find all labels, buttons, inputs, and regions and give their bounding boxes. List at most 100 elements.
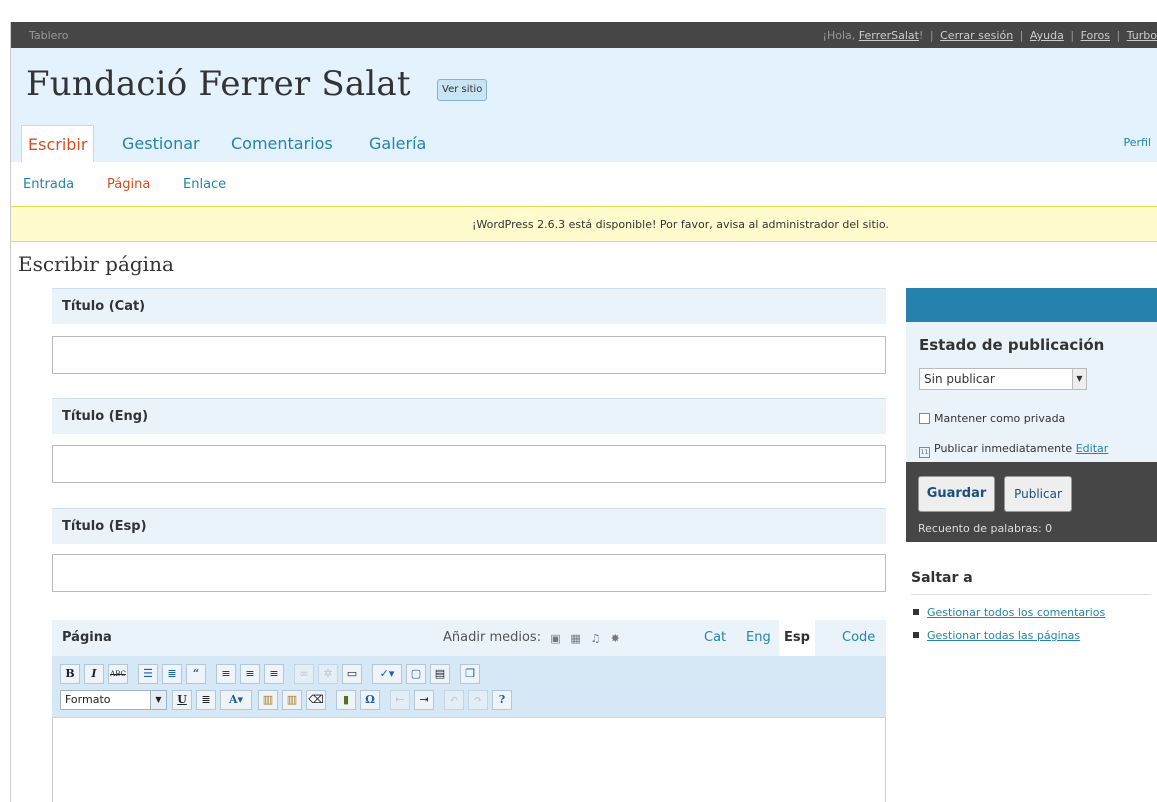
calendar-icon: 11 [919, 447, 930, 458]
page-title: Escribir página [18, 252, 174, 276]
greeting-text: ¡Hola, [822, 29, 859, 42]
tab-write[interactable]: Escribir [21, 125, 95, 162]
publish-actions: Guardar Publicar Recuento de palabras: 0 [906, 462, 1157, 542]
bullet-icon [913, 632, 919, 638]
title-cat-input[interactable] [52, 336, 886, 374]
lang-tab-cat[interactable]: Cat [704, 620, 726, 656]
align-left-icon[interactable]: ≡ [216, 664, 236, 684]
bullet-list-icon[interactable]: ☰ [138, 664, 158, 684]
justify-icon[interactable]: ≣ [196, 690, 216, 710]
undo-icon[interactable]: ↶ [444, 690, 464, 710]
title-esp-label: Título (Esp) [52, 508, 886, 544]
site-header: Fundació Ferrer Salat Ver sitio Escribir… [11, 48, 1157, 162]
separator: | [1070, 29, 1075, 42]
chevron-down-icon: ▼ [150, 691, 166, 709]
jump-link-item: Gestionar todas las páginas [913, 629, 1080, 642]
indent-icon[interactable]: ⇥ [414, 690, 434, 710]
title-esp-input[interactable] [52, 554, 886, 592]
save-button[interactable]: Guardar [918, 476, 995, 512]
profile-link[interactable]: Perfil [1123, 136, 1151, 149]
submenu: Entrada Página Enlace [11, 162, 1157, 207]
site-title: Fundació Ferrer Salat [26, 64, 411, 104]
add-media: Añadir medios: ▣ ▦ ♫ ✸ [443, 630, 622, 645]
keep-private-option[interactable]: Mantener como privada [919, 412, 1065, 425]
add-media-label: Añadir medios: [443, 630, 542, 645]
status-select-value: Sin publicar [924, 372, 995, 386]
publish-now-label: Publicar inmediatamente [934, 442, 1073, 455]
add-video-icon[interactable]: ▦ [570, 633, 581, 644]
remove-format-icon[interactable]: ⌫ [306, 690, 326, 710]
outdent-icon[interactable]: ⇤ [390, 690, 410, 710]
publish-status-box: Estado de publicación Sin publicar ▼ Man… [906, 322, 1157, 462]
italic-icon[interactable]: I [84, 664, 104, 684]
divider [911, 594, 1151, 595]
special-char-icon[interactable]: Ω [360, 690, 380, 710]
link-icon[interactable]: ∞ [294, 664, 314, 684]
more-tag-icon[interactable]: ▭ [342, 664, 362, 684]
align-center-icon[interactable]: ≡ [240, 664, 260, 684]
spellcheck-icon[interactable]: ✓▾ [372, 664, 402, 684]
add-image-icon[interactable]: ▣ [550, 633, 561, 644]
fullscreen-icon[interactable]: ▢ [406, 664, 426, 684]
numbered-list-icon[interactable]: ≣ [162, 664, 182, 684]
help-link[interactable]: Ayuda [1030, 29, 1064, 42]
add-audio-icon[interactable]: ♫ [591, 633, 602, 644]
publish-button[interactable]: Publicar [1004, 476, 1072, 512]
status-select[interactable]: Sin publicar ▼ [919, 368, 1087, 390]
add-media-icon[interactable]: ✸ [611, 633, 622, 644]
media-icon[interactable]: ▮ [336, 690, 356, 710]
redo-icon[interactable]: ↷ [468, 690, 488, 710]
title-cat-label: Título (Cat) [52, 288, 886, 324]
update-notice: ¡WordPress 2.6.3 está disponible! Por fa… [11, 207, 1157, 242]
lang-tab-eng[interactable]: Eng [746, 620, 771, 656]
jump-link-item: Gestionar todos los comentarios [913, 606, 1105, 619]
edit-publish-time-link[interactable]: Editar [1076, 442, 1109, 455]
title-eng-input[interactable] [52, 445, 886, 483]
visit-site-button[interactable]: Ver sitio [437, 79, 488, 101]
underline-icon[interactable]: U [172, 690, 192, 710]
jump-to-title: Saltar a [911, 570, 973, 586]
text-color-icon[interactable]: A▾ [220, 690, 252, 710]
turbo-link[interactable]: Turbo [1127, 29, 1157, 42]
dashboard-link[interactable]: Tablero [29, 29, 68, 42]
publish-time: 11 Publicar inmediatamente Editar [919, 442, 1108, 458]
editor-header: Página Añadir medios: ▣ ▦ ♫ ✸ Cat Eng Es… [52, 620, 886, 656]
greeting-end: ! [918, 29, 924, 42]
username-link[interactable]: FerrerSalat [859, 29, 919, 42]
editor-content-area[interactable] [52, 718, 886, 802]
format-select[interactable]: Formato ▼ [60, 690, 167, 710]
paste-text-icon[interactable]: ▥ [258, 690, 278, 710]
format-select-value: Formato [65, 693, 111, 706]
lang-tab-code[interactable]: Code [842, 620, 875, 656]
manage-comments-link[interactable]: Gestionar todos los comentarios [927, 606, 1105, 619]
tab-comments[interactable]: Comentarios [231, 125, 333, 162]
keep-private-label: Mantener como privada [934, 412, 1066, 425]
align-right-icon[interactable]: ≡ [264, 664, 284, 684]
unlink-icon[interactable]: ✲ [318, 664, 338, 684]
forums-link[interactable]: Foros [1081, 29, 1110, 42]
tab-manage[interactable]: Gestionar [122, 125, 200, 162]
manage-pages-link[interactable]: Gestionar todas las páginas [927, 629, 1080, 642]
lang-tab-esp[interactable]: Esp [779, 620, 815, 656]
submenu-link[interactable]: Enlace [183, 177, 226, 192]
chevron-down-icon: ▼ [1072, 369, 1086, 389]
bold-icon[interactable]: B [60, 664, 80, 684]
admin-top-bar: Tablero ¡Hola, FerrerSalat! | Cerrar ses… [11, 22, 1157, 48]
user-links: ¡Hola, FerrerSalat! | Cerrar sesión | Ay… [823, 29, 1157, 42]
kitchen-sink-icon[interactable]: ▤ [430, 664, 450, 684]
paste-word-icon[interactable]: ▥ [282, 690, 302, 710]
keep-private-checkbox[interactable] [919, 413, 930, 424]
update-notice-text: ¡WordPress 2.6.3 está disponible! Por fa… [472, 218, 889, 231]
sidebar-header-bar [906, 288, 1157, 322]
tab-gallery[interactable]: Galería [369, 125, 426, 162]
separator: | [929, 29, 934, 42]
strikethrough-icon[interactable]: ABC [108, 664, 128, 684]
submenu-page[interactable]: Página [107, 177, 150, 192]
help-icon[interactable]: ? [492, 690, 512, 710]
separator: | [1116, 29, 1121, 42]
submenu-post[interactable]: Entrada [23, 177, 74, 192]
copy-icon[interactable]: ❐ [460, 664, 480, 684]
blockquote-icon[interactable]: “ [186, 664, 206, 684]
publish-status-title: Estado de publicación [919, 336, 1105, 354]
logout-link[interactable]: Cerrar sesión [940, 29, 1013, 42]
